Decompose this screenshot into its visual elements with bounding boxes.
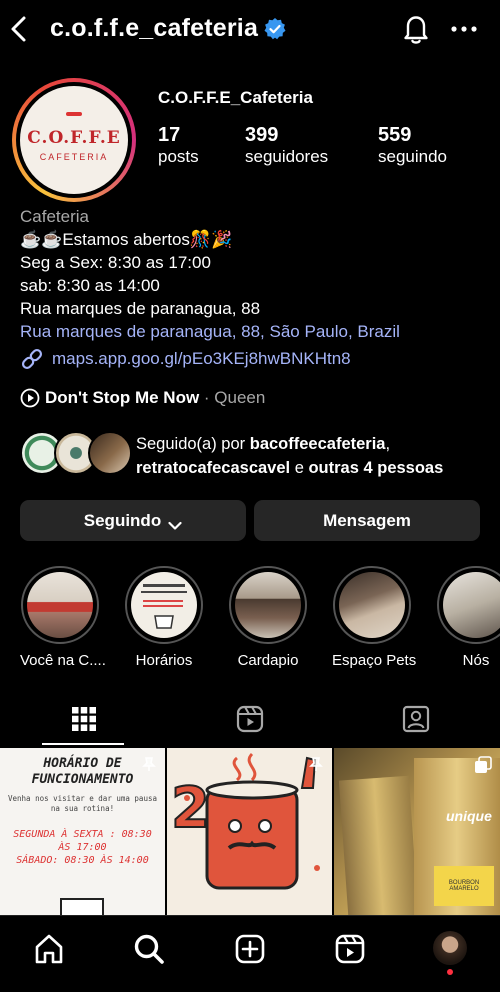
home-icon[interactable] <box>33 933 65 965</box>
followed-by-text[interactable]: Seguido(a) por bacoffeecafeteria, retrat… <box>136 432 443 480</box>
stat-posts-label: posts <box>158 147 199 166</box>
post-text: unique <box>446 808 492 824</box>
followed-by-prefix: Seguido(a) por <box>136 435 250 453</box>
profile-avatar-nav[interactable] <box>433 931 467 965</box>
highlight-horarios[interactable]: Horários <box>124 566 204 669</box>
mutual-follower-avatars[interactable] <box>20 431 132 475</box>
bio-line: sab: 8:30 as 14:00 <box>20 276 160 295</box>
post-text: Venha nos visitar e dar uma pausa na sua… <box>7 794 157 813</box>
highlight-cover <box>235 572 301 638</box>
following-button[interactable]: Seguindo <box>20 500 246 541</box>
highlight-label: Horários <box>135 652 193 669</box>
post-text: ÀS 17:00 <box>58 842 107 853</box>
highlight-cover <box>339 572 405 638</box>
bio-line: ☕☕Estamos abertos🎊🎉 <box>20 230 233 249</box>
highlight-espaco-pets[interactable]: Espaço Pets <box>332 566 417 669</box>
highlight-label: Espaço Pets <box>332 652 417 669</box>
display-name: C.O.F.F.E_Cafeteria <box>158 88 313 107</box>
followed-by-user: bacoffeecafeteria <box>249 435 386 453</box>
stat-following-value: 559 <box>378 124 412 146</box>
carousel-icon <box>474 756 492 779</box>
stat-followers-value: 399 <box>245 124 279 146</box>
message-button[interactable]: Mensagem <box>254 500 480 541</box>
following-button-label: Seguindo <box>83 510 162 530</box>
message-button-label: Mensagem <box>323 510 411 530</box>
tagged-tab-icon[interactable] <box>402 705 430 733</box>
bio-line: Seg a Sex: 8:30 as 17:00 <box>20 253 211 272</box>
bio-category: Cafeteria <box>20 207 89 226</box>
product-label: BOURBON AMARELO <box>434 866 494 906</box>
followed-by-comma: , <box>385 435 391 453</box>
highlight-cover <box>131 572 197 638</box>
more-dots-icon[interactable] <box>448 14 480 44</box>
pin-icon <box>308 756 324 777</box>
followed-by-user: retratocafecascavel <box>136 459 291 477</box>
profile-avatar[interactable]: C.O.F.F.E CAFETERIA <box>12 78 136 202</box>
link-text: maps.app.goo.gl/pEo3KEj8hwBNKHtn8 <box>52 349 351 368</box>
notification-dot <box>447 969 453 975</box>
link-icon <box>20 348 44 370</box>
avatar <box>88 431 132 475</box>
followed-by-conjunction: e <box>290 459 309 477</box>
bio: Cafeteria ☕☕Estamos abertos🎊🎉 Seg a Sex:… <box>20 205 400 343</box>
followed-by-others: outras 4 pessoas <box>308 459 444 477</box>
stat-following-label: seguindo <box>378 147 448 166</box>
post-text: 2 <box>170 775 211 842</box>
website-link[interactable]: maps.app.goo.gl/pEo3KEj8hwBNKHtn8 <box>20 348 351 370</box>
profile-music[interactable]: Don't Stop Me Now · Queen <box>20 388 265 408</box>
play-circle-icon <box>20 388 40 408</box>
bio-address-link[interactable]: Rua marques de paranagua, 88, São Paulo,… <box>20 320 400 343</box>
stat-posts-value: 17 <box>158 124 181 146</box>
highlight-cover <box>27 572 93 638</box>
top-bar: c.o.f.f.e_cafeteria <box>0 0 500 58</box>
reels-tab-icon[interactable] <box>236 705 264 733</box>
post-text: SÁBADO: 08:30 ÀS 14:00 <box>16 855 149 866</box>
post-thumbnail[interactable]: HORÁRIO DE FUNCIONAMENTO Venha nos visit… <box>0 748 165 915</box>
stat-posts[interactable]: 17 posts <box>158 124 199 167</box>
highlight-nos[interactable]: Nós <box>436 566 500 669</box>
active-tab-indicator <box>42 743 124 745</box>
post-thumbnail[interactable]: unique BOURBON AMARELO <box>334 748 500 915</box>
stat-followers-label: seguidores <box>245 147 329 166</box>
highlight-cardapio[interactable]: Cardapio <box>228 566 308 669</box>
profile-username: c.o.f.f.e_cafeteria <box>50 14 259 42</box>
reels-icon[interactable] <box>334 933 366 965</box>
music-song: Don't Stop Me Now <box>45 388 200 407</box>
back-arrow-icon[interactable] <box>6 12 34 46</box>
search-icon[interactable] <box>133 933 165 965</box>
post-text: SEGUNDA À SEXTA : 08:30 <box>13 829 152 840</box>
coffee-cup-illustration <box>60 898 104 915</box>
bio-line: Rua marques de paranagua, 88 <box>20 299 261 318</box>
profile-tab-bar <box>0 690 500 746</box>
post-thumbnail[interactable]: 2 <box>167 748 332 915</box>
highlight-label: Nós <box>462 652 490 669</box>
highlight-label: Você na C.... <box>20 652 106 669</box>
chevron-down-icon <box>168 516 182 530</box>
bottom-navigation <box>0 915 500 992</box>
coffee-bag-illustration <box>338 775 420 915</box>
highlight-voce-na-coffe[interactable]: Você na C.... <box>20 566 106 669</box>
verified-badge-icon <box>263 17 287 41</box>
highlight-label: Cardapio <box>237 652 299 669</box>
music-separator: · <box>199 388 215 407</box>
highlight-cover <box>443 572 500 638</box>
post-text: BOURBON AMARELO <box>448 880 480 892</box>
grid-icon[interactable] <box>71 706 97 732</box>
stat-following[interactable]: 559 seguindo <box>378 124 447 167</box>
stat-followers[interactable]: 399 seguidores <box>245 124 328 167</box>
music-artist: Queen <box>214 388 266 407</box>
create-post-icon[interactable] <box>234 933 266 965</box>
pin-icon <box>141 756 157 777</box>
bell-icon[interactable] <box>400 12 432 46</box>
coffe-logo: C.O.F.F.E CAFETERIA <box>20 86 128 194</box>
